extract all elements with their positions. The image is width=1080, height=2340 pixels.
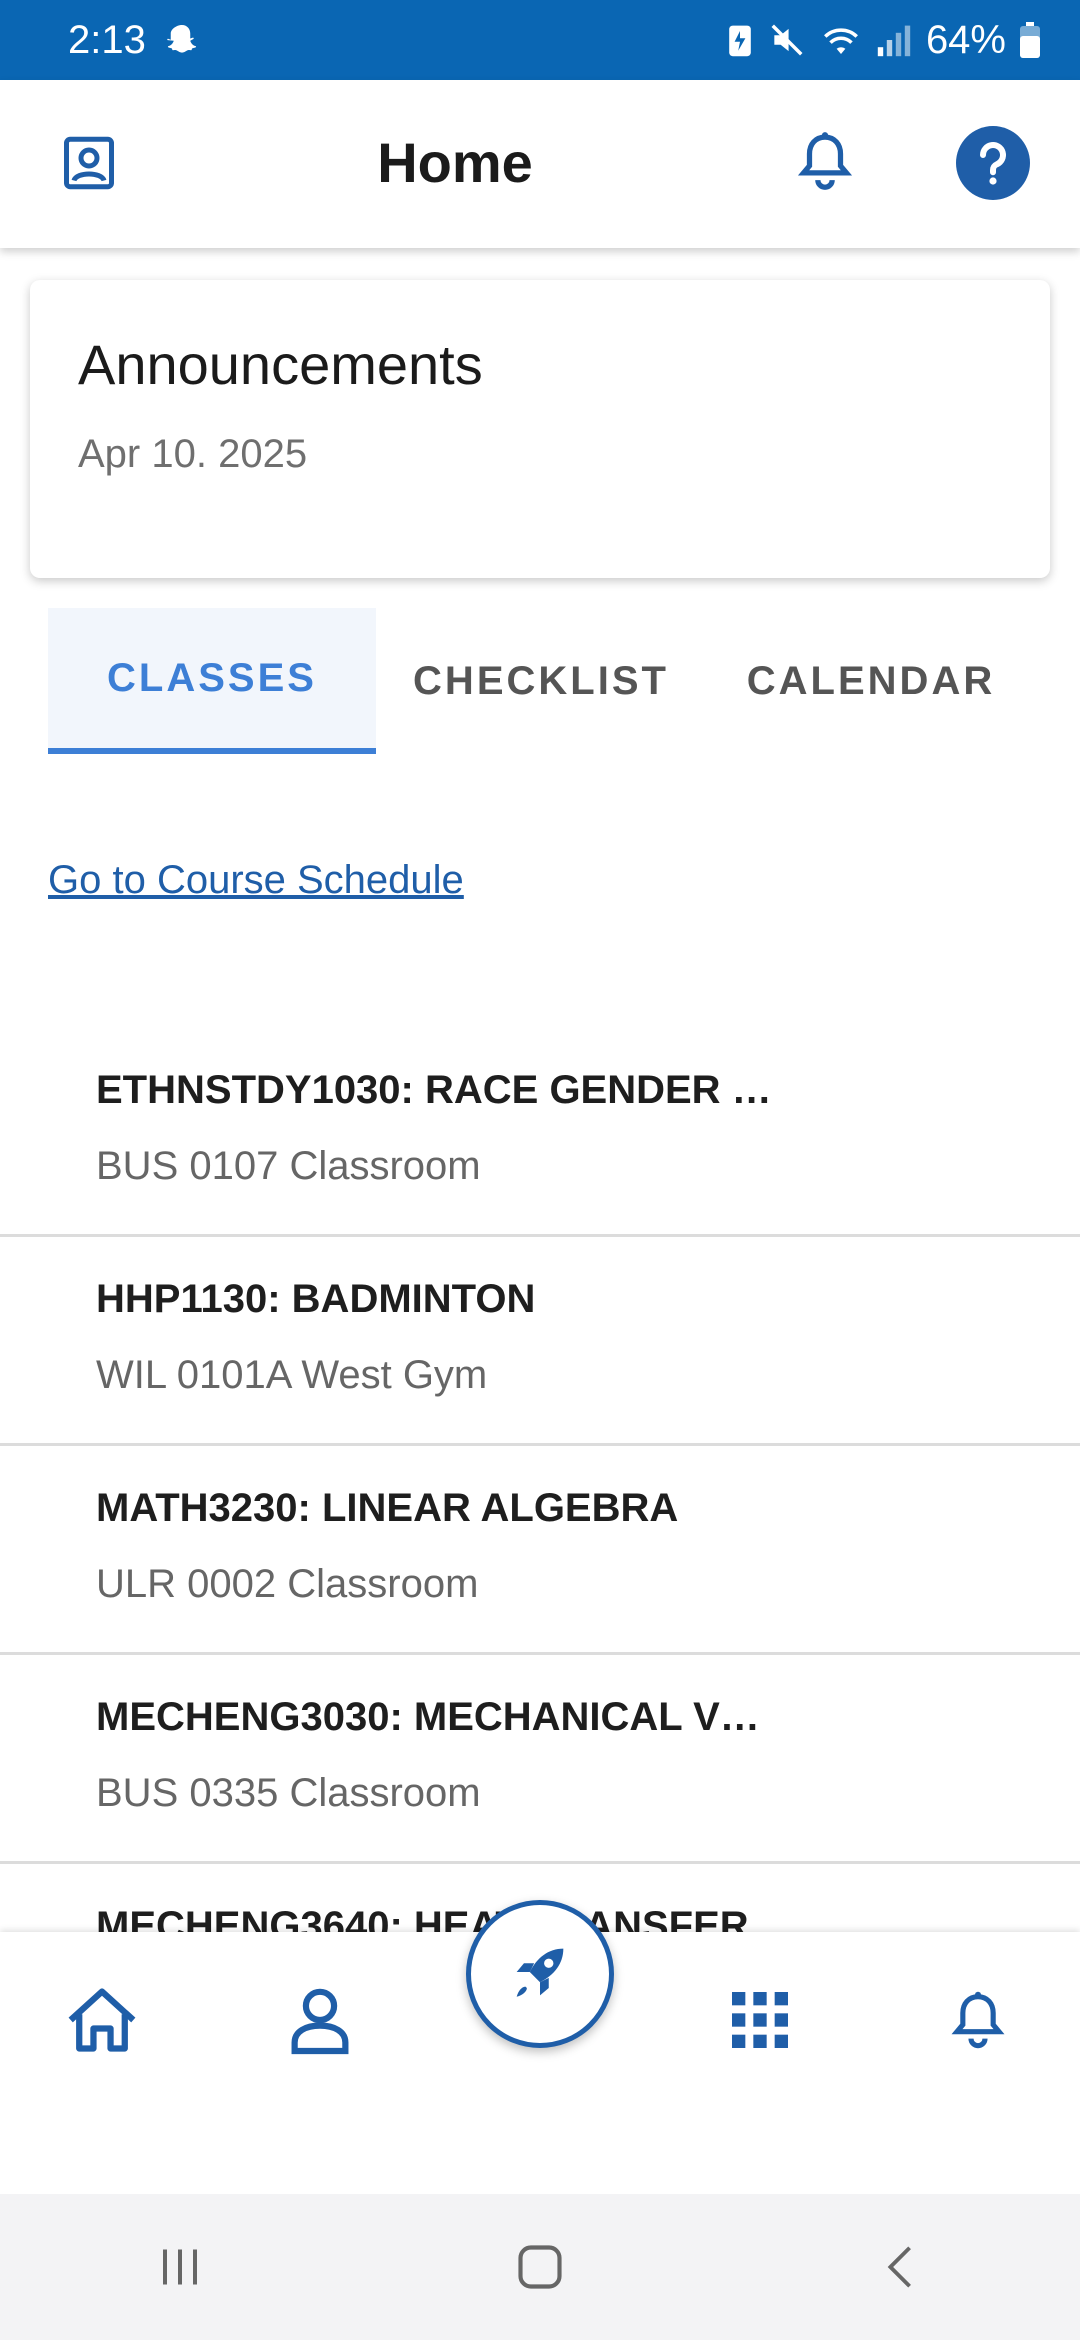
battery-saver-icon bbox=[726, 22, 754, 58]
recents-icon[interactable] bbox=[120, 2217, 240, 2317]
page-title: Home bbox=[377, 131, 533, 194]
bell-icon[interactable] bbox=[938, 1980, 1018, 2060]
bell-icon[interactable] bbox=[790, 126, 860, 196]
home-button-icon[interactable] bbox=[480, 2217, 600, 2317]
course-room: ULR 0002 Classroom bbox=[96, 1562, 479, 1606]
rocket-icon bbox=[505, 1937, 575, 2012]
system-nav-bar bbox=[0, 2194, 1080, 2340]
tab-classes[interactable]: CLASSES bbox=[48, 608, 376, 754]
course-name: HHP1130: BADMINTON bbox=[96, 1277, 536, 1321]
tab-checklist[interactable]: CHECKLIST bbox=[376, 608, 706, 754]
rocket-launch-button[interactable] bbox=[466, 1900, 614, 2048]
wifi-icon bbox=[820, 22, 862, 58]
snapchat-ghost-icon bbox=[164, 22, 200, 58]
list-item[interactable]: MECHENG3030: MECHANICAL V… BUS 0335 Clas… bbox=[0, 1655, 1080, 1864]
list-item[interactable]: ETHNSTDY1030: RACE GENDER … BUS 0107 Cla… bbox=[0, 1028, 1080, 1237]
bottom-spacer bbox=[0, 2102, 1080, 2194]
status-left: 2:13 bbox=[68, 18, 200, 63]
signal-icon bbox=[876, 22, 912, 58]
person-icon[interactable] bbox=[280, 1980, 360, 2060]
tab-calendar[interactable]: CALENDAR bbox=[706, 608, 1036, 754]
list-item[interactable]: HHP1130: BADMINTON WIL 0101A West Gym bbox=[0, 1237, 1080, 1446]
tab-bar: CLASSES CHECKLIST CALENDAR bbox=[48, 608, 1048, 754]
course-schedule-link[interactable]: Go to Course Schedule bbox=[48, 858, 464, 903]
announcements-card[interactable]: Announcements Apr 10. 2025 bbox=[30, 280, 1050, 578]
announcements-date: Apr 10. 2025 bbox=[78, 432, 308, 476]
course-name: MECHENG3030: MECHANICAL V… bbox=[96, 1695, 760, 1739]
course-room: BUS 0107 Classroom bbox=[96, 1144, 481, 1188]
announcements-title: Announcements bbox=[78, 333, 483, 396]
back-icon[interactable] bbox=[840, 2217, 960, 2317]
battery-percent: 64% bbox=[925, 17, 1006, 62]
bottom-nav bbox=[0, 1900, 1080, 2102]
course-name: MATH3230: LINEAR ALGEBRA bbox=[96, 1486, 679, 1530]
list-item[interactable]: MATH3230: LINEAR ALGEBRA ULR 0002 Classr… bbox=[0, 1446, 1080, 1655]
apps-grid-icon[interactable] bbox=[720, 1980, 800, 2060]
course-room: BUS 0335 Classroom bbox=[96, 1771, 481, 1815]
app-header: Home bbox=[0, 80, 1080, 248]
help-icon[interactable] bbox=[956, 126, 1030, 200]
status-time: 2:13 bbox=[68, 17, 146, 62]
course-name: ETHNSTDY1030: RACE GENDER … bbox=[96, 1068, 772, 1112]
status-bar: 2:13 64% bbox=[0, 0, 1080, 80]
battery-icon bbox=[1020, 22, 1040, 58]
mute-icon bbox=[768, 21, 806, 59]
status-right: 64% bbox=[726, 18, 1040, 63]
app-screen: 2:13 64% Home Announcements Apr 10. 2025… bbox=[0, 0, 1080, 2340]
course-room: WIL 0101A West Gym bbox=[96, 1353, 488, 1397]
home-icon[interactable] bbox=[62, 1980, 142, 2060]
